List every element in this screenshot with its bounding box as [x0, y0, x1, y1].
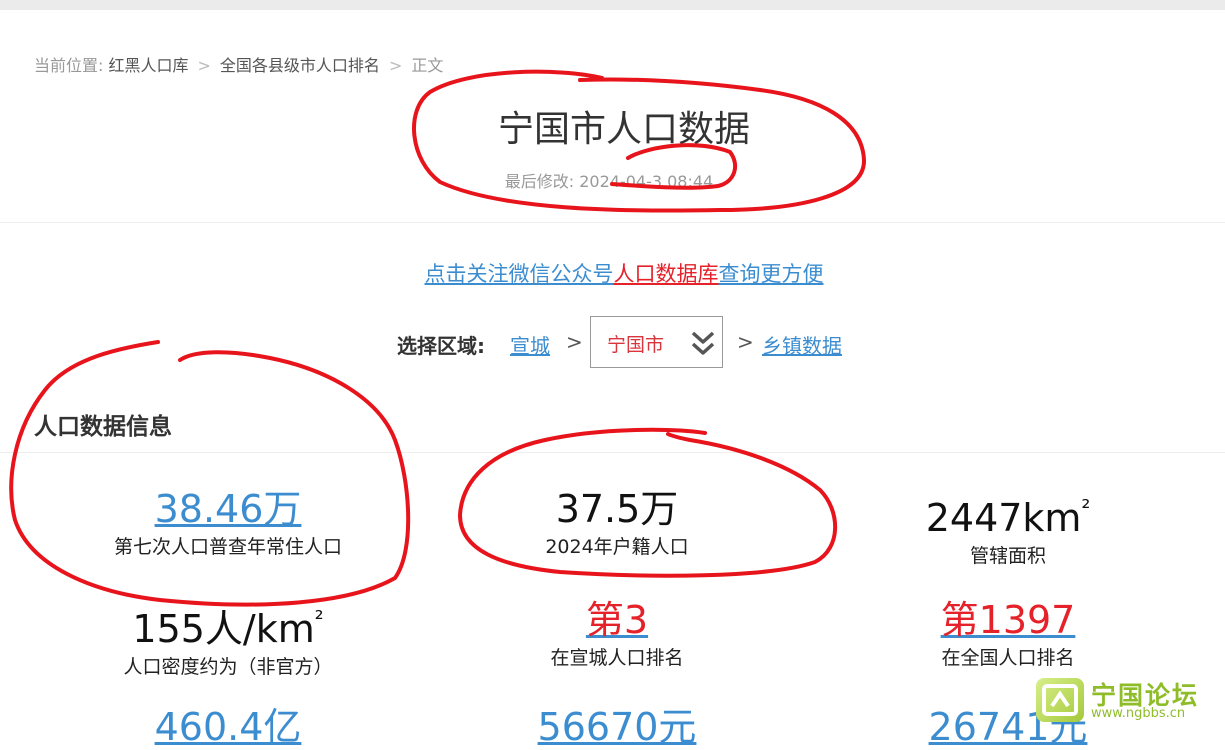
breadcrumb-link-library[interactable]: 红黑人口库 [109, 56, 189, 75]
divider [0, 222, 1225, 223]
follow-wechat-link[interactable]: 点击关注微信公众号人口数据库查询更方便 [0, 258, 1225, 288]
stat-national-rank: 第1397 在全国人口排名 [848, 597, 1168, 671]
stat-label: 管辖面积 [969, 545, 1046, 567]
stat-label: 2024年户籍人口 [545, 536, 689, 558]
watermark-url: www.ngbbs.cn [1091, 706, 1186, 721]
stat-area: 2447km² 管辖面积 [848, 486, 1168, 569]
divider [0, 452, 1225, 453]
stat-label: 第七次人口普查年常住人口 [113, 536, 342, 558]
stat-label: 在全国人口排名 [941, 647, 1075, 669]
stat-gdp: 460.4亿 [68, 704, 388, 750]
stat-density: 155人/km² 人口密度约为（非官方） [68, 597, 388, 680]
breadcrumb-separator: > [197, 56, 211, 75]
top-bar [0, 0, 1225, 10]
stat-value: 37.5万 [555, 487, 679, 531]
stat-value[interactable]: 38.46万 [68, 486, 388, 532]
region-child-link[interactable]: 乡镇数据 [762, 330, 842, 359]
stat-label: 在宣城人口排名 [550, 647, 684, 669]
stat-label: 人口密度约为（非官方） [123, 656, 333, 678]
region-dropdown-value: 宁国市 [607, 334, 665, 356]
stat-value[interactable]: 第3 [457, 597, 777, 643]
region-label: 选择区域: [397, 334, 485, 358]
stat-income-1: 56670元 [457, 704, 777, 750]
stat-city-rank: 第3 在宣城人口排名 [457, 597, 777, 671]
stat-census-population: 38.46万 第七次人口普查年常住人口 [68, 486, 388, 560]
follow-link-text[interactable]: 点击关注微信公众号 [425, 262, 614, 286]
stat-value-superscript: ² [314, 607, 324, 632]
region-separator: > [566, 330, 583, 354]
breadcrumb-separator: > [388, 56, 403, 75]
region-dropdown[interactable]: 宁国市 [590, 316, 723, 368]
last-modified: 最后修改: 2024-04-3 08:44 [504, 172, 714, 191]
annotation-circle-census [9, 340, 411, 607]
page-title: 宁国市人口数据 [497, 109, 750, 150]
stat-value[interactable]: 第1397 [848, 597, 1168, 643]
stat-value-number: 2447km [925, 496, 1082, 540]
region-parent-link[interactable]: 宣城 [510, 330, 550, 359]
stat-value: 155人/km² [68, 597, 388, 652]
follow-link-highlight[interactable]: 人口数据库 [614, 262, 719, 286]
section-title: 人口数据信息 [34, 414, 172, 440]
stat-registered-population: 37.5万 2024年户籍人口 [457, 486, 777, 560]
stat-value-superscript: ² [1081, 496, 1091, 521]
breadcrumb: 当前位置: 红黑人口库 > 全国各县级市人口排名 > 正文 [34, 52, 443, 76]
stat-value[interactable]: 460.4亿 [68, 704, 388, 750]
stat-value: 2447km² [848, 486, 1168, 541]
region-separator: > [737, 330, 754, 354]
stat-value-number: 155人/km [132, 607, 315, 651]
follow-link-text-end[interactable]: 查询更方便 [719, 262, 824, 286]
forum-logo-icon [1036, 678, 1084, 722]
forum-watermark: 宁国论坛 www.ngbbs.cn [1036, 676, 1216, 726]
breadcrumb-current: 正文 [411, 56, 444, 75]
breadcrumb-link-ranking[interactable]: 全国各县级市人口排名 [220, 56, 380, 75]
stat-value[interactable]: 56670元 [457, 704, 777, 750]
double-chevron-down-icon [690, 329, 716, 364]
breadcrumb-prefix: 当前位置: [34, 56, 104, 75]
